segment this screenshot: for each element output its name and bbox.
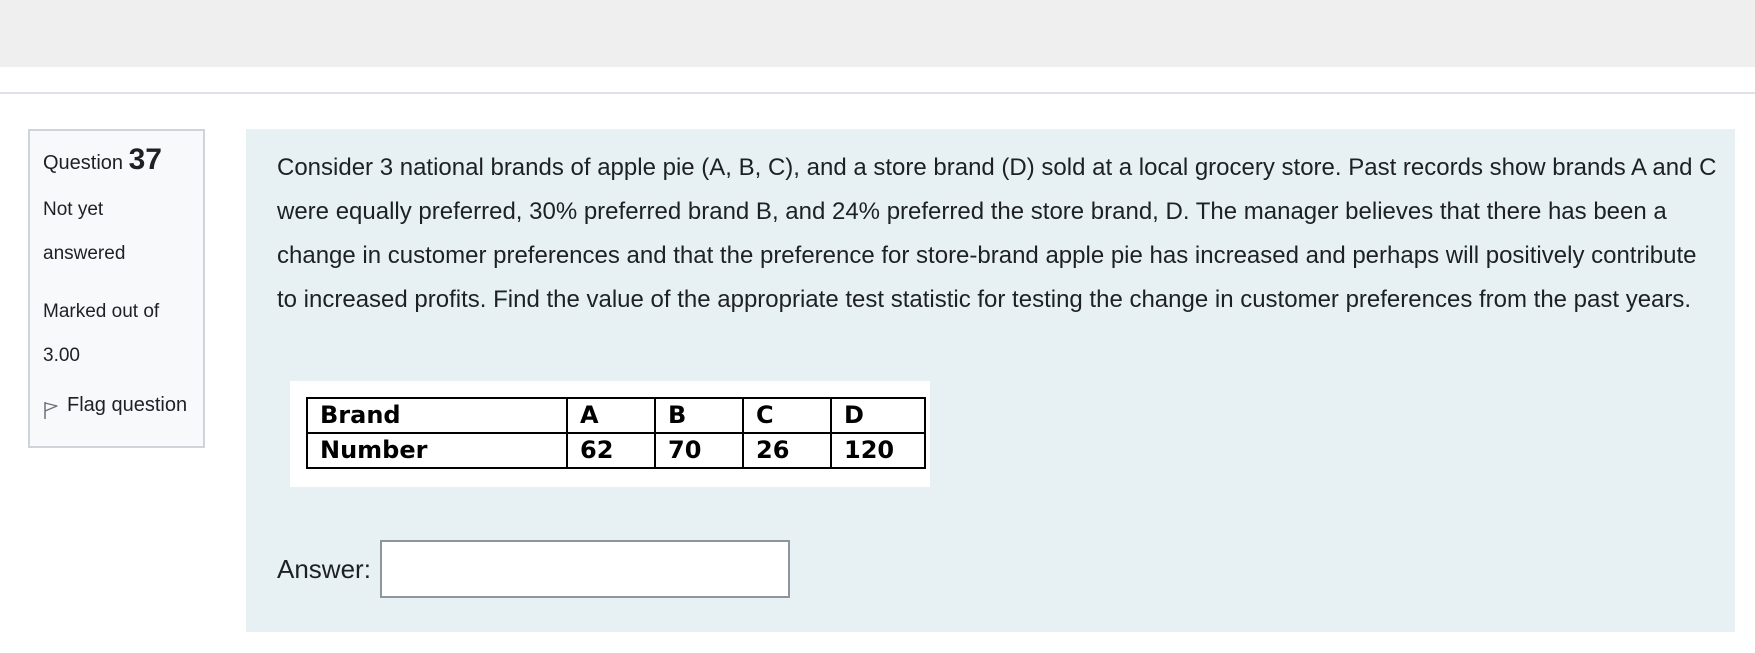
table-row: Number 62 70 26 120	[306, 432, 926, 469]
table-cell: D	[830, 397, 926, 434]
question-marks-line1: Marked out of	[43, 301, 160, 322]
brand-table: Brand A B C D Number 62 70 26 120	[306, 397, 926, 469]
table-cell: A	[566, 397, 656, 434]
question-number: Question 37	[43, 145, 203, 178]
table-cell: C	[742, 397, 832, 434]
table-cell: Brand	[306, 397, 568, 434]
data-table-image: Brand A B C D Number 62 70 26 120	[290, 381, 930, 487]
table-cell: 62	[566, 432, 656, 469]
flag-question-label: Flag question	[67, 394, 188, 416]
table-cell: 26	[742, 432, 832, 469]
table-cell: Number	[306, 432, 568, 469]
table-cell: 70	[654, 432, 744, 469]
question-state-line1: Not yet	[43, 199, 104, 220]
question-text: Consider 3 national brands of apple pie …	[277, 154, 1717, 313]
answer-input[interactable]	[379, 540, 790, 598]
table-cell: 120	[830, 432, 926, 469]
page-header-band	[0, 0, 1755, 67]
table-row: Brand A B C D	[306, 397, 926, 434]
table-cell: B	[654, 397, 744, 434]
flag-icon	[44, 402, 58, 419]
header-divider	[0, 92, 1755, 94]
flag-question-link[interactable]: Flag question	[43, 392, 203, 420]
answer-row: Answer:	[277, 540, 790, 598]
question-label: Question	[43, 152, 124, 174]
question-info-panel: Question 37 Not yet answered Marked out …	[28, 129, 205, 448]
question-state-line2: answered	[43, 243, 126, 264]
question-marks-line2: 3.00	[43, 345, 80, 366]
question-number-value: 37	[128, 143, 162, 176]
answer-label: Answer:	[277, 553, 371, 584]
question-content: Consider 3 national brands of apple pie …	[246, 129, 1735, 632]
